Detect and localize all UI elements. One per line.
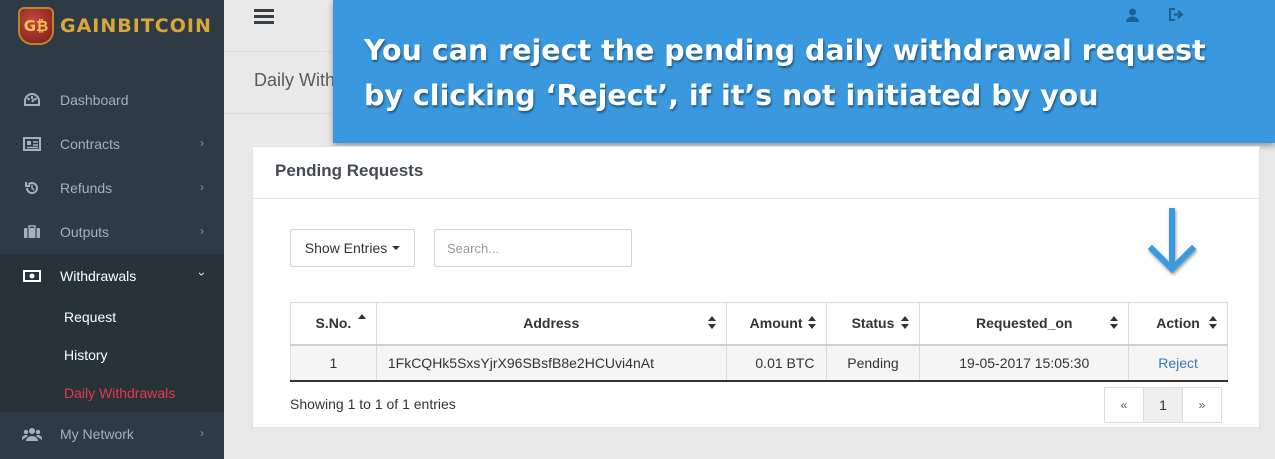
cell-address: 1FkCQHk5SxsYjrX96SBsfB8e2HCUvi4nAt <box>375 344 727 382</box>
callout-line-1: You can reject the pending daily withdra… <box>364 34 1206 67</box>
sidebar-item-contracts[interactable]: Contracts › <box>0 122 224 166</box>
table-header-row: S.No. Address Amount Status Requested_on… <box>290 302 1228 346</box>
sort-icon <box>1209 316 1218 330</box>
sidebar-item-label: Outputs <box>60 224 110 240</box>
column-header-sno[interactable]: S.No. <box>290 302 377 346</box>
reject-link[interactable]: Reject <box>1158 355 1198 371</box>
sort-icon <box>901 316 910 330</box>
table-info: Showing 1 to 1 of 1 entries <box>290 396 456 412</box>
money-icon <box>22 268 42 284</box>
pagination-prev-button[interactable]: « <box>1104 387 1144 423</box>
menu-toggle-icon[interactable] <box>254 9 274 25</box>
column-header-address[interactable]: Address <box>375 302 727 346</box>
sidebar-item-outputs[interactable]: Outputs › <box>0 210 224 254</box>
chevron-right-icon: › <box>200 426 204 440</box>
chevron-right-icon: › <box>200 136 204 150</box>
column-header-amount[interactable]: Amount <box>725 302 827 346</box>
logout-icon[interactable] <box>1169 8 1184 24</box>
cell-status: Pending <box>825 344 921 382</box>
column-header-requested-on[interactable]: Requested_on <box>919 302 1130 346</box>
cell-action: Reject <box>1128 344 1228 382</box>
user-icon[interactable] <box>1126 8 1139 25</box>
pagination-page-1[interactable]: 1 <box>1143 387 1183 423</box>
pagination-next-button[interactable]: » <box>1182 387 1222 423</box>
chevron-right-icon: › <box>200 180 204 194</box>
sort-icon <box>707 316 717 330</box>
sort-icon <box>807 316 817 330</box>
pagination: « 1 » <box>1104 387 1222 423</box>
sidebar-item-withdrawals[interactable]: Withdrawals › <box>0 254 224 298</box>
refunds-icon <box>22 180 42 196</box>
callout-line-2: by clicking ‘Reject’, if it’s not initia… <box>364 79 1099 112</box>
sort-icon <box>1110 316 1119 330</box>
cell-amount: 0.01 BTC <box>725 344 827 382</box>
submenu-item-daily-withdrawals[interactable]: Daily Withdrawals <box>0 374 224 412</box>
logo-text: GAINBITCOIN <box>60 15 212 37</box>
submenu-item-history[interactable]: History <box>0 336 224 374</box>
show-entries-label: Show Entries <box>304 240 388 256</box>
sidebar: G₿ GAINBITCOIN Dashboard Contracts › Ref… <box>0 0 224 459</box>
callout-text: You can reject the pending daily withdra… <box>364 28 1264 118</box>
show-entries-button[interactable]: Show Entries <box>290 229 415 267</box>
chevron-down-icon: › <box>195 272 209 276</box>
sidebar-item-label: Contracts <box>60 136 120 152</box>
column-header-action[interactable]: Action <box>1128 302 1228 346</box>
cell-requested-on: 19-05-2017 15:05:30 <box>919 344 1130 382</box>
sidebar-item-label: My Network <box>60 426 134 442</box>
table-row: 1 1FkCQHk5SxsYjrX96SBsfB8e2HCUvi4nAt 0.0… <box>290 344 1228 382</box>
chevron-right-icon: › <box>200 224 204 238</box>
down-arrow-icon <box>1147 208 1197 274</box>
sidebar-item-label: Withdrawals <box>60 268 137 284</box>
logo[interactable]: G₿ GAINBITCOIN <box>0 0 224 52</box>
panel-title: Pending Requests <box>253 147 1259 199</box>
sidebar-item-label: Dashboard <box>60 92 129 108</box>
pending-requests-panel: Pending Requests Show Entries S.No. Addr… <box>252 146 1260 428</box>
column-header-status[interactable]: Status <box>825 302 921 346</box>
sidebar-item-label: Refunds <box>60 180 113 196</box>
tutorial-callout: You can reject the pending daily withdra… <box>333 0 1275 143</box>
users-icon <box>22 426 42 442</box>
logo-badge-icon: G₿ <box>18 7 54 45</box>
sort-asc-icon <box>357 314 367 328</box>
withdrawals-submenu: Request History Daily Withdrawals <box>0 298 224 412</box>
briefcase-icon <box>22 224 42 240</box>
sidebar-nav: Dashboard Contracts › Refunds › Outputs … <box>0 78 224 456</box>
sidebar-item-my-network[interactable]: My Network › <box>0 412 224 456</box>
submenu-item-request[interactable]: Request <box>0 298 224 336</box>
search-input[interactable] <box>434 229 632 267</box>
dashboard-icon <box>22 92 42 108</box>
cell-sno: 1 <box>290 344 377 382</box>
sidebar-item-refunds[interactable]: Refunds › <box>0 166 224 210</box>
caret-down-icon <box>392 246 401 250</box>
contracts-icon <box>22 136 42 152</box>
sidebar-item-dashboard[interactable]: Dashboard <box>0 78 224 122</box>
pending-requests-table: S.No. Address Amount Status Requested_on… <box>290 302 1228 382</box>
